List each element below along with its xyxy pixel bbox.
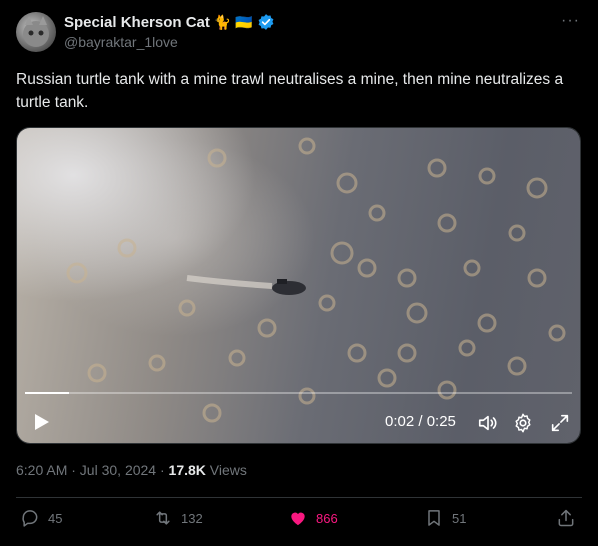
share-button[interactable] — [556, 508, 576, 528]
repost-icon — [156, 511, 170, 525]
repost-button[interactable]: 132 — [153, 508, 203, 528]
fullscreen-icon[interactable] — [549, 412, 571, 434]
action-bar: 45 132 866 51 — [0, 508, 598, 536]
video-player[interactable]: 0:02 / 0:25 — [16, 127, 581, 444]
cat-emoji: 🐈 — [213, 14, 232, 30]
ukraine-flag-emoji: 🇺🇦 — [235, 14, 253, 30]
reply-button[interactable]: 45 — [20, 508, 62, 528]
avatar[interactable] — [16, 12, 56, 52]
like-button[interactable]: 866 — [288, 508, 338, 528]
play-icon[interactable] — [31, 412, 51, 432]
volume-icon[interactable] — [477, 412, 499, 434]
bookmark-button[interactable]: 51 — [424, 508, 466, 528]
more-options-icon[interactable]: ··· — [561, 12, 580, 30]
display-name[interactable]: Special Kherson Cat — [64, 14, 210, 31]
timestamp-date[interactable]: 6:20 AM · Jul 30, 2024 · — [16, 462, 169, 478]
repost-count: 132 — [181, 510, 203, 526]
views-count: 17.8K — [168, 462, 206, 478]
settings-gear-icon[interactable] — [512, 412, 534, 434]
views-label: Views — [205, 462, 247, 478]
author-handle[interactable]: @bayraktar_1love — [64, 34, 178, 50]
video-time: 0:02 / 0:25 — [385, 413, 456, 430]
reply-count: 45 — [48, 510, 63, 526]
author-name-row[interactable]: Special Kherson Cat 🐈 🇺🇦 — [64, 13, 275, 31]
reply-icon — [22, 510, 38, 527]
video-progress-fill — [25, 392, 69, 394]
tweet-text: Russian turtle tank with a mine trawl ne… — [16, 71, 564, 111]
bookmark-icon — [428, 510, 440, 526]
like-count: 866 — [316, 510, 338, 526]
bookmark-count: 51 — [452, 510, 467, 526]
verified-badge-icon — [258, 14, 274, 30]
divider — [16, 497, 582, 498]
video-frame[interactable]: 0:02 / 0:25 — [17, 128, 580, 443]
video-progress-bar[interactable] — [25, 392, 572, 394]
tweet-timestamp: 6:20 AM · Jul 30, 2024 · 17.8K Views — [16, 462, 247, 478]
share-icon — [558, 509, 574, 527]
heart-icon — [291, 512, 305, 526]
